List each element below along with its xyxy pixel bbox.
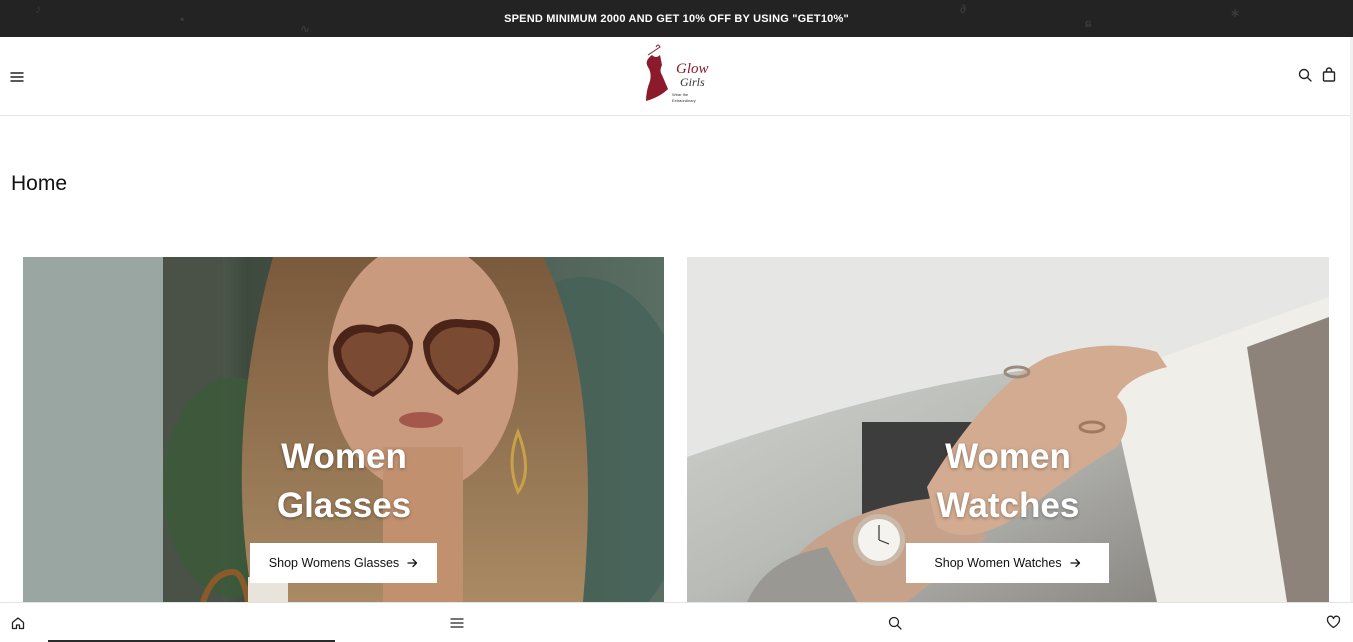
decorative-doodle: •: [180, 12, 185, 26]
banner-heading: Women Watches: [858, 432, 1158, 530]
decorative-doodle: ♪: [35, 2, 42, 16]
logo-tagline-2: Extraordinary: [672, 98, 696, 103]
logo-tagline-1: Wear the: [672, 92, 689, 97]
site-header: Glow Girls Wear the Extraordinary: [0, 37, 1353, 116]
decorative-doodle: ∗: [1230, 6, 1241, 20]
button-label: Shop Women Watches: [934, 556, 1062, 570]
banner-women-glasses[interactable]: Women Glasses Shop Womens Glasses: [23, 257, 664, 602]
hamburger-menu-icon[interactable]: [7, 67, 27, 87]
button-label: Shop Womens Glasses: [268, 556, 400, 570]
banner-women-watches[interactable]: Women Watches Shop Women Watches: [687, 257, 1329, 602]
decorative-doodle: ∿: [300, 22, 311, 36]
search-icon[interactable]: [1295, 65, 1315, 85]
home-icon[interactable]: [8, 613, 28, 633]
arrow-right-icon: [1069, 558, 1080, 568]
decorative-doodle: ɕ: [1085, 16, 1092, 30]
banner-heading-line1: Women: [945, 437, 1071, 476]
shop-women-watches-button[interactable]: Shop Women Watches: [906, 543, 1109, 583]
shopping-bag-icon[interactable]: [1319, 64, 1339, 84]
banner-heading-line2: Glasses: [276, 486, 412, 525]
banner-heading-line2: Watches: [936, 486, 1080, 525]
logo-word-girls: Girls: [680, 75, 705, 89]
arrow-right-icon: [407, 558, 418, 568]
heart-icon[interactable]: [1323, 612, 1343, 632]
shop-womens-glasses-button[interactable]: Shop Womens Glasses: [250, 543, 437, 583]
search-icon[interactable]: [885, 613, 905, 633]
banner-heading-line1: Women: [281, 437, 407, 476]
bottom-navigation: [0, 602, 1353, 642]
banner-heading: Women Glasses: [194, 432, 494, 530]
decorative-doodle: ∂: [960, 2, 967, 16]
menu-icon[interactable]: [447, 613, 467, 633]
brand-logo[interactable]: Glow Girls Wear the Extraordinary: [636, 41, 716, 111]
announcement-bar: ♪ • ∿ ∂ ɕ ∗ SPEND MINIMUM 2000 AND GET 1…: [0, 0, 1353, 37]
announcement-text: SPEND MINIMUM 2000 AND GET 10% OFF BY US…: [504, 12, 849, 25]
page-title: Home: [11, 172, 68, 195]
